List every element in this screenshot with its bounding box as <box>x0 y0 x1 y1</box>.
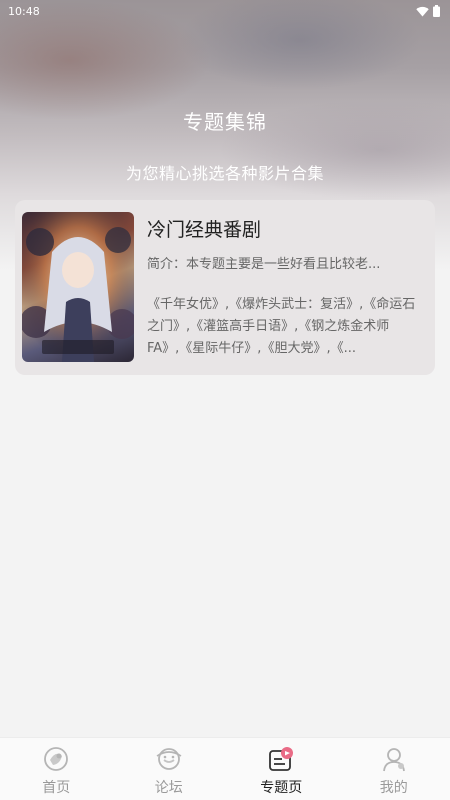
page-subtitle: 为您精心挑选各种影片合集 <box>125 164 324 183</box>
topic-title[interactable]: 冷门经典番剧 <box>147 215 421 242</box>
topic-intro: 简介：本专题主要是一些好看且比较老... <box>147 257 381 272</box>
topic-card[interactable]: 冷门经典番剧 简介：本专题主要是一些好看且比较老... 《千年女优》,《爆炸头武… <box>15 200 435 375</box>
nav-label-forum: 论坛 <box>154 780 183 796</box>
bottom-nav: 首页 论坛 专题页 我的 <box>0 737 450 800</box>
wifi-icon <box>416 6 429 16</box>
nav-item-topics[interactable]: 专题页 <box>225 738 338 800</box>
forum-icon <box>156 748 182 770</box>
status-time: 10:48 <box>8 4 40 18</box>
topic-title-list: 《千年女优》,《爆炸头武士：复活》,《命运石之门》,《灌篮高手日语》,《钢之炼金… <box>147 297 416 356</box>
nav-label-home: 首页 <box>42 780 71 796</box>
nav-label-profile: 我的 <box>379 780 408 796</box>
battery-icon <box>433 5 440 17</box>
nav-item-profile[interactable]: 我的 <box>338 738 450 800</box>
status-icons <box>416 5 440 17</box>
home-icon <box>44 747 69 771</box>
page-title: 专题集锦 <box>183 110 267 134</box>
nav-item-forum[interactable]: 论坛 <box>113 738 226 800</box>
topics-icon <box>269 747 294 771</box>
topic-card-body: 冷门经典番剧 简介：本专题主要是一些好看且比较老... 《千年女优》,《爆炸头武… <box>147 212 421 363</box>
nav-label-topics: 专题页 <box>260 780 303 796</box>
nav-item-home[interactable]: 首页 <box>0 738 113 800</box>
status-bar: 10:48 <box>0 0 450 22</box>
topics-screen: 10:48 专题集锦 为您精心挑选各种影片合集 冷门经典番剧 简介：本专题主要是… <box>0 0 450 800</box>
topic-cover-image[interactable] <box>22 212 134 362</box>
profile-icon <box>382 748 405 772</box>
